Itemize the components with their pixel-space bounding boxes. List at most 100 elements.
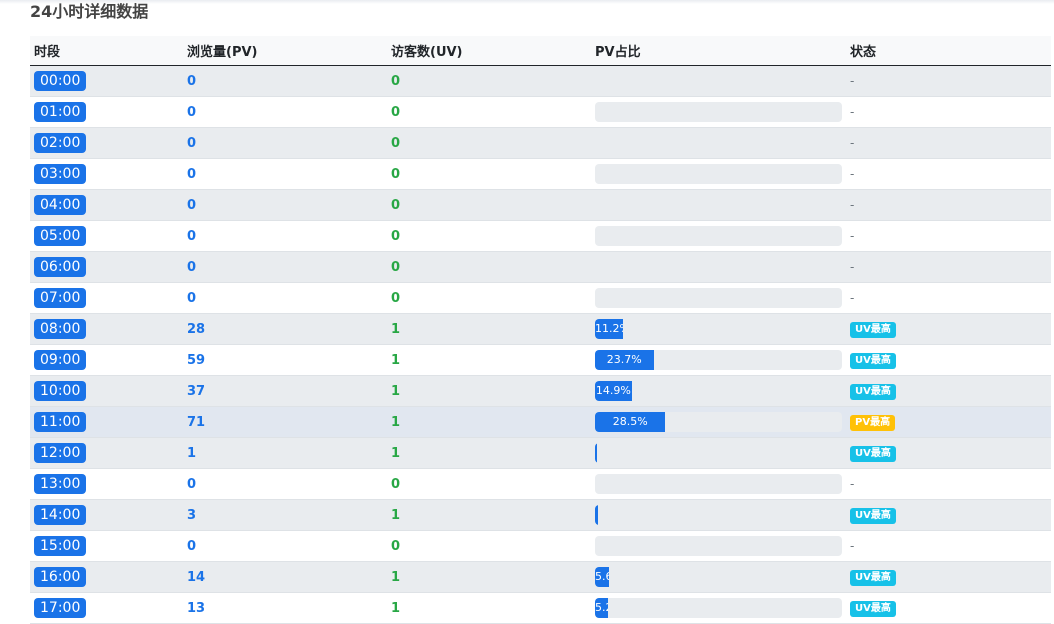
time-badge: 16:00 <box>34 567 87 587</box>
cell-pv-share <box>591 189 846 221</box>
cell-time: 11:00 <box>30 406 183 438</box>
cell-pv: 0 <box>183 158 387 190</box>
cell-status: - <box>846 189 1051 221</box>
column-header-pv-share: PV占比 <box>591 36 846 66</box>
cell-pv: 1 <box>183 437 387 469</box>
time-badge: 11:00 <box>34 412 87 432</box>
pv-share-progress-track: 5.6% <box>595 567 842 587</box>
status-badge-uv-max: UV最高 <box>850 569 896 586</box>
time-badge: 06:00 <box>34 257 87 277</box>
cell-uv: 1 <box>387 592 591 624</box>
cell-time: 03:00 <box>30 158 183 190</box>
cell-status: - <box>846 65 1051 97</box>
time-badge: 09:00 <box>34 350 87 370</box>
cell-pv-share <box>591 127 846 159</box>
cell-pv-share: 28.5% <box>591 406 846 438</box>
cell-pv: 0 <box>183 65 387 97</box>
time-badge: 17:00 <box>34 598 87 618</box>
cell-status: UV最高 <box>846 561 1051 593</box>
status-empty: - <box>850 135 855 150</box>
cell-uv: 0 <box>387 530 591 562</box>
time-badge: 02:00 <box>34 133 87 153</box>
cell-uv: 0 <box>387 468 591 500</box>
status-empty: - <box>850 476 855 491</box>
cell-time: 05:00 <box>30 220 183 252</box>
status-badge-uv-max: UV最高 <box>850 445 896 462</box>
cell-pv-share <box>591 437 846 469</box>
time-badge: 13:00 <box>34 474 87 494</box>
table-row: 09:00 59 1 23.7% UV最高 <box>30 344 1051 376</box>
column-header-uv: 访客数(UV) <box>387 36 591 66</box>
status-empty: - <box>850 73 855 88</box>
time-badge: 01:00 <box>34 102 87 122</box>
cell-time: 13:00 <box>30 468 183 500</box>
status-badge-uv-max: UV最高 <box>850 383 896 400</box>
pv-share-progress-track <box>595 195 842 215</box>
table-row: 03:00 0 0 - <box>30 158 1051 190</box>
pv-share-progress-fill <box>595 443 597 463</box>
time-badge: 15:00 <box>34 536 87 556</box>
cell-status: - <box>846 96 1051 128</box>
status-empty: - <box>850 197 855 212</box>
time-badge: 05:00 <box>34 226 87 246</box>
cell-time: 14:00 <box>30 499 183 531</box>
status-badge-uv-max: UV最高 <box>850 321 896 338</box>
time-badge: 00:00 <box>34 71 87 91</box>
cell-uv: 0 <box>387 282 591 314</box>
table-row: 01:00 0 0 - <box>30 96 1051 128</box>
status-empty: - <box>850 538 855 553</box>
cell-pv: 3 <box>183 499 387 531</box>
time-badge: 12:00 <box>34 443 87 463</box>
cell-uv: 1 <box>387 313 591 345</box>
cell-time: 09:00 <box>30 344 183 376</box>
pv-share-progress-track <box>595 288 842 308</box>
cell-status: UV最高 <box>846 437 1051 469</box>
cell-uv: 0 <box>387 251 591 283</box>
cell-time: 08:00 <box>30 313 183 345</box>
cell-time: 01:00 <box>30 96 183 128</box>
section-title: 24小时详细数据 <box>30 2 149 21</box>
table-header-row: 时段 浏览量(PV) 访客数(UV) PV占比 状态 <box>30 36 1051 66</box>
cell-pv: 0 <box>183 282 387 314</box>
status-empty: - <box>850 290 855 305</box>
cell-status: - <box>846 530 1051 562</box>
pv-share-progress-fill: 11.2% <box>595 319 623 339</box>
cell-uv: 0 <box>387 220 591 252</box>
pv-share-progress-track <box>595 443 842 463</box>
cell-uv: 0 <box>387 96 591 128</box>
cell-uv: 0 <box>387 127 591 159</box>
cell-pv: 0 <box>183 251 387 283</box>
pv-share-progress-track: 5.2% <box>595 598 842 618</box>
cell-pv: 37 <box>183 375 387 407</box>
cell-pv: 13 <box>183 592 387 624</box>
pv-share-progress-track <box>595 164 842 184</box>
pv-share-progress-track <box>595 474 842 494</box>
pv-share-progress-fill: 14.9% <box>595 381 632 401</box>
status-empty: - <box>850 104 855 119</box>
pv-share-progress-fill: 23.7% <box>595 350 654 370</box>
time-badge: 04:00 <box>34 195 87 215</box>
hourly-data-table: 时段 浏览量(PV) 访客数(UV) PV占比 状态 00:00 0 0-01:00… <box>30 36 1051 624</box>
cell-time: 06:00 <box>30 251 183 283</box>
pv-share-progress-track: 14.9% <box>595 381 842 401</box>
cell-pv-share <box>591 468 846 500</box>
status-badge-pv-max: PV最高 <box>850 414 896 431</box>
pv-share-progress-track <box>595 71 842 91</box>
pv-share-progress-fill: 5.2% <box>595 598 608 618</box>
status-empty: - <box>850 259 855 274</box>
cell-time: 15:00 <box>30 530 183 562</box>
table-row: 02:00 0 0 - <box>30 127 1051 159</box>
table-row: 10:00 37 1 14.9% UV最高 <box>30 375 1051 407</box>
status-badge-uv-max: UV最高 <box>850 507 896 524</box>
hourly-table-container: 时段 浏览量(PV) 访客数(UV) PV占比 状态 00:00 0 0-01:00… <box>30 36 1051 624</box>
table-row: 11:00 71 1 28.5% PV最高 <box>30 406 1051 438</box>
status-empty: - <box>850 228 855 243</box>
cell-pv-share: 14.9% <box>591 375 846 407</box>
cell-pv-share <box>591 251 846 283</box>
cell-pv: 0 <box>183 220 387 252</box>
cell-uv: 1 <box>387 499 591 531</box>
cell-status: - <box>846 158 1051 190</box>
column-header-time: 时段 <box>30 36 183 66</box>
table-row: 06:00 0 0 - <box>30 251 1051 283</box>
time-badge: 10:00 <box>34 381 87 401</box>
